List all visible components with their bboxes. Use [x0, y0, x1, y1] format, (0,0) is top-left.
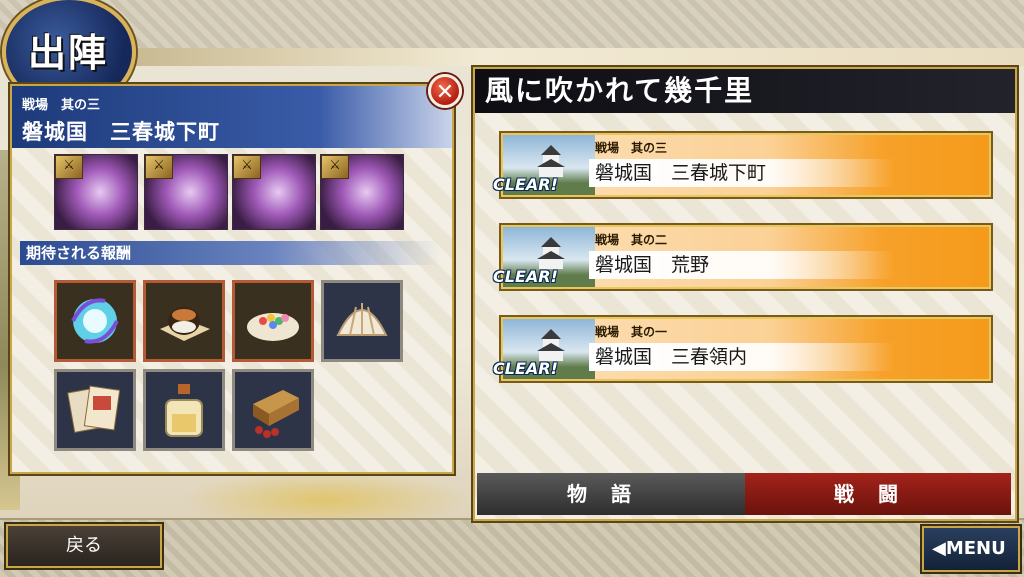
reward-item[interactable] [321, 280, 403, 362]
clear-badge: CLEAR! [493, 359, 558, 378]
reward-item[interactable] [54, 280, 136, 362]
sake-bottle-icon [165, 384, 203, 437]
stage-subtitle: 戦場 其の一 [595, 325, 668, 339]
stage-name: 磐城国 荒野 [589, 251, 895, 279]
reward-item[interactable] [232, 280, 314, 362]
menu-button[interactable]: ◀MENU [922, 526, 1020, 572]
reward-item[interactable] [143, 280, 225, 362]
stage-detail-subtitle: 戦場 其の三 [22, 98, 101, 113]
stage-row-2[interactable]: CLEAR! 戦場 其の二 磐城国 荒野 [493, 225, 991, 289]
castle-icon [537, 237, 565, 269]
stage-row-3[interactable]: CLEAR! 戦場 其の三 磐城国 三春城下町 [493, 133, 991, 197]
stage-detail-title: 磐城国 三春城下町 [22, 120, 220, 144]
clear-badge: CLEAR! [493, 175, 558, 194]
close-icon: ✕ [435, 80, 455, 105]
tab-story[interactable]: 物語 [477, 473, 745, 515]
tab-battle[interactable]: 戦闘 [745, 473, 1011, 515]
stage-detail-header: 戦場 其の三 磐城国 三春城下町 [12, 86, 452, 148]
tickets-icon [67, 385, 121, 433]
enemy-portrait: ⚔ [320, 154, 404, 230]
top-scenery-strip [120, 48, 1024, 66]
shell-icon [336, 303, 388, 336]
clear-badge: CLEAR! [493, 267, 558, 286]
stage-subtitle: 戦場 其の三 [595, 141, 668, 155]
chapter-panel: 風に吹かれて幾千里 CLEAR! 戦場 其の三 磐城国 三春城下町 CLEAR!… [473, 67, 1017, 521]
back-button[interactable]: 戻る [6, 524, 162, 568]
uchigatana-icon: ⚔ [233, 155, 261, 179]
chapter-title: 風に吹かれて幾千里 [475, 69, 1015, 113]
manju-icon [160, 307, 210, 341]
stage-name: 磐城国 三春城下町 [589, 159, 895, 187]
enemy-portrait: ⚔ [232, 154, 316, 230]
emblem-label: 出陣 [28, 30, 109, 75]
konpeito-icon [247, 313, 299, 341]
stage-subtitle: 戦場 其の二 [595, 233, 668, 247]
top-pattern-band [0, 0, 1024, 54]
wooden-box-icon [253, 390, 299, 438]
spirit-orb-icon [71, 298, 119, 344]
reward-item[interactable] [54, 369, 136, 451]
stage-row-1[interactable]: CLEAR! 戦場 其の一 磐城国 三春領内 [493, 317, 991, 381]
stage-name: 磐城国 三春領内 [589, 343, 895, 371]
reward-item[interactable] [143, 369, 225, 451]
reward-item[interactable] [232, 369, 314, 451]
tanto-icon: ⚔ [55, 155, 83, 179]
reward-heading: 期待される報酬 [20, 241, 440, 265]
close-button[interactable]: ✕ [428, 74, 462, 108]
castle-icon [537, 145, 565, 177]
wakizashi-icon: ⚔ [145, 155, 173, 179]
spear-icon: ⚔ [321, 155, 349, 179]
castle-icon [537, 329, 565, 361]
stage-detail-panel: 戦場 其の三 磐城国 三春城下町 ⚔ ⚔ ⚔ ⚔ 期待される報酬 [10, 84, 454, 474]
enemy-portrait: ⚔ [54, 154, 138, 230]
enemy-portrait: ⚔ [144, 154, 228, 230]
